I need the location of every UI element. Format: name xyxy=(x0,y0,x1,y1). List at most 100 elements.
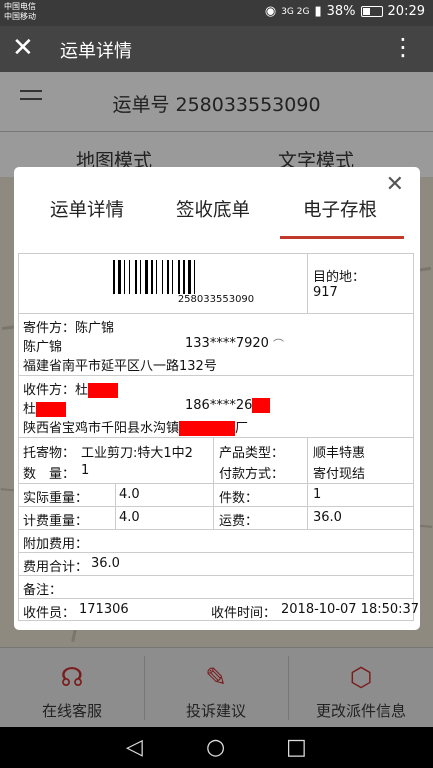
barcode-number: 258033553090 xyxy=(177,294,255,305)
page-title: 运单详情 xyxy=(60,41,132,62)
barcode-bar xyxy=(194,260,195,294)
tab-waybill-details[interactable]: 运单详情 xyxy=(50,196,124,222)
recipient-phone-wrap: 186****26 xyxy=(185,398,271,413)
sender-address: 福建省南平市延平区八一路132号 xyxy=(23,359,217,374)
redaction xyxy=(179,421,236,436)
package-icon: ⬡ xyxy=(349,663,373,693)
headset-icon: ☊ xyxy=(60,663,84,693)
barcode-bar xyxy=(188,260,191,294)
barcode-image xyxy=(113,260,217,294)
courier-label: 收件员： xyxy=(23,606,76,621)
recipient-section: 收件方：杜 杜 186****26 陕西省宝鸡市千阳县水沟镇 厂 xyxy=(19,376,413,438)
bottom-action-bar: ☊ 在线客服 ✎ 投诉建议 ⬡ 更改派件信息 xyxy=(0,647,433,727)
battery-percent: 38% xyxy=(326,4,356,19)
signal-icon: ▮ xyxy=(314,4,322,19)
payment-label: 付款方式： xyxy=(219,467,285,482)
online-service-button[interactable]: ☊ 在线客服 xyxy=(0,648,144,728)
complaint-button[interactable]: ✎ 投诉建议 xyxy=(144,648,288,728)
change-delivery-button[interactable]: ⬡ 更改派件信息 xyxy=(289,648,433,728)
network-type: 3G 2G xyxy=(281,6,310,17)
recipient-label-wrap: 收件方：杜 xyxy=(23,379,119,398)
product-type-label: 产品类型： xyxy=(219,446,285,461)
total-value: 36.0 xyxy=(91,556,120,571)
billed-weight-value: 4.0 xyxy=(119,510,140,525)
close-icon[interactable]: ✕ xyxy=(12,33,34,63)
redaction xyxy=(88,383,119,398)
waybill-header: 运单号 258033553090 xyxy=(0,72,433,132)
sender-label: 寄件方：陈广锦 xyxy=(23,321,115,336)
total-row: 费用合计： 36.0 xyxy=(19,553,413,576)
barcode-bar xyxy=(178,260,180,294)
carrier-1: 中国电信 xyxy=(4,2,36,11)
dialog-tabs: 运单详情 签收底单 电子存根 xyxy=(14,192,420,239)
home-icon[interactable]: ○ xyxy=(206,735,225,760)
waybill-number-title: 运单号 258033553090 xyxy=(112,94,321,116)
active-tab-indicator xyxy=(280,236,404,239)
tab-electronic-stub[interactable]: 电子存根 xyxy=(303,196,377,222)
actual-weight-label: 实际重量： xyxy=(23,491,89,506)
recipient-phone: 186****26 xyxy=(185,398,253,413)
payment-value: 寄付现结 xyxy=(313,467,366,482)
sender-name: 陈广锦 xyxy=(23,340,63,355)
actual-weight-value: 4.0 xyxy=(119,487,140,502)
carrier-info: 中国电信 中国移动 xyxy=(4,2,36,22)
system-nav-bar: ◁ ○ □ xyxy=(0,727,433,768)
total-label: 费用合计： xyxy=(23,560,89,575)
barcode-bar xyxy=(156,260,157,294)
barcode-bar xyxy=(113,260,115,294)
barcode-bar xyxy=(172,260,173,294)
barcode-bar xyxy=(129,260,130,294)
recipient-name-wrap: 杜 xyxy=(23,398,67,417)
complaint-label: 投诉建议 xyxy=(185,702,246,720)
destination-label: 目的地： xyxy=(313,270,366,285)
barcode-bar xyxy=(145,260,148,294)
waybill-stub: 258033553090 目的地： 917 寄件方：陈广锦 陈广锦 133***… xyxy=(18,253,419,621)
pickup-time-value: 2018-10-07 18:50:37 xyxy=(281,602,420,617)
battery-icon xyxy=(360,6,383,17)
courier-row: 收件员： 171306 收件时间： 2018-10-07 18:50:37 xyxy=(19,599,419,621)
pieces-value: 1 xyxy=(313,487,322,502)
recipient-address-wrap: 陕西省宝鸡市千阳县水沟镇 厂 xyxy=(23,417,248,436)
edit-icon: ✎ xyxy=(205,663,227,693)
pickup-time-label: 收件时间： xyxy=(211,606,277,621)
e-stub-dialog: ✕ 运单详情 签收底单 电子存根 258033553090 目的地： 917 寄… xyxy=(14,167,420,630)
barcode-bar xyxy=(162,260,163,294)
recents-icon[interactable]: □ xyxy=(286,735,307,760)
eye-closed-icon[interactable]: ⌒ xyxy=(273,336,284,352)
product-type-value: 顺丰特惠 xyxy=(313,446,366,461)
status-icons: ◉ 3G 2G ▮ 38% 20:29 xyxy=(265,4,425,19)
recipient-label: 收件方：杜 xyxy=(23,383,89,398)
barcode-bar xyxy=(140,260,141,294)
freight-value: 36.0 xyxy=(313,510,342,525)
sender-phone: 133****7920 xyxy=(185,336,269,351)
redaction xyxy=(36,402,67,417)
redaction xyxy=(252,398,271,413)
goods-row: 托寄物： 工业剪刀:特大1中2 数 量： 1 产品类型： 顺丰特惠 付款方式： … xyxy=(19,438,413,484)
barcode-bar xyxy=(167,260,169,294)
change-delivery-label: 更改派件信息 xyxy=(315,702,406,720)
goods-value: 工业剪刀:特大1中2 xyxy=(81,446,193,461)
barcode-bar xyxy=(183,260,185,294)
eye-icon: ◉ xyxy=(264,4,277,19)
freight-label: 运费： xyxy=(219,514,259,529)
remark-row: 备注： xyxy=(19,576,413,599)
back-icon[interactable]: ◁ xyxy=(126,735,143,760)
status-bar: 中国电信 中国移动 ◉ 3G 2G ▮ 38% 20:29 xyxy=(0,0,433,26)
more-vertical-icon[interactable]: ⋮ xyxy=(391,32,415,62)
goods-label: 托寄物： xyxy=(23,446,76,461)
recipient-address-suffix: 厂 xyxy=(235,421,249,436)
destination-code: 917 xyxy=(313,285,338,300)
barcode-row: 258033553090 目的地： 917 xyxy=(19,254,413,314)
qty-value: 1 xyxy=(81,463,90,478)
tab-signed-receipt[interactable]: 签收底单 xyxy=(176,196,250,222)
extra-fee-label: 附加费用： xyxy=(23,537,89,552)
extra-fee-row: 附加费用： xyxy=(19,530,413,553)
barcode-bar xyxy=(151,260,153,294)
barcode-bar xyxy=(124,260,125,294)
remark-label: 备注： xyxy=(23,583,63,598)
recipient-name: 杜 xyxy=(23,402,37,417)
sender-section: 寄件方：陈广锦 陈广锦 133****7920 ⌒ 福建省南平市延平区八一路13… xyxy=(19,314,413,376)
billed-weight-label: 计费重量： xyxy=(23,514,89,529)
pieces-label: 件数： xyxy=(219,491,259,506)
online-service-label: 在线客服 xyxy=(41,702,102,720)
